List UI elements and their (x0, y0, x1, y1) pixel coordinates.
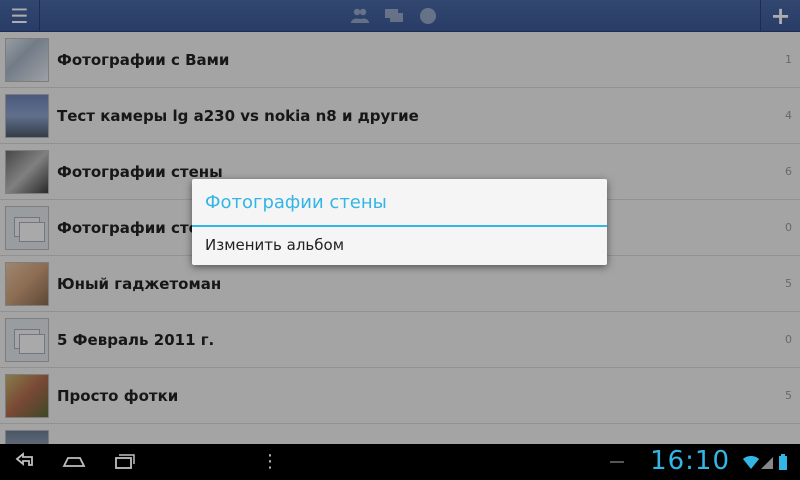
battery-icon (778, 453, 792, 471)
recent-apps-icon[interactable] (104, 450, 144, 474)
status-clock[interactable]: 16:10 (650, 446, 730, 476)
home-icon[interactable] (54, 450, 94, 474)
overflow-menu-icon[interactable]: ⋮ (250, 450, 290, 474)
signal-icon (760, 453, 774, 471)
notification-divider (610, 461, 624, 463)
dialog-title: Фотографии стены (192, 179, 607, 227)
wifi-icon (742, 453, 759, 471)
back-icon[interactable] (6, 450, 46, 474)
status-icons[interactable] (742, 453, 792, 471)
album-context-dialog: Фотографии стены Изменить альбом (192, 179, 607, 265)
edit-album-menu-item[interactable]: Изменить альбом (192, 227, 607, 263)
system-bar: ⋮ 16:10 (0, 444, 800, 480)
